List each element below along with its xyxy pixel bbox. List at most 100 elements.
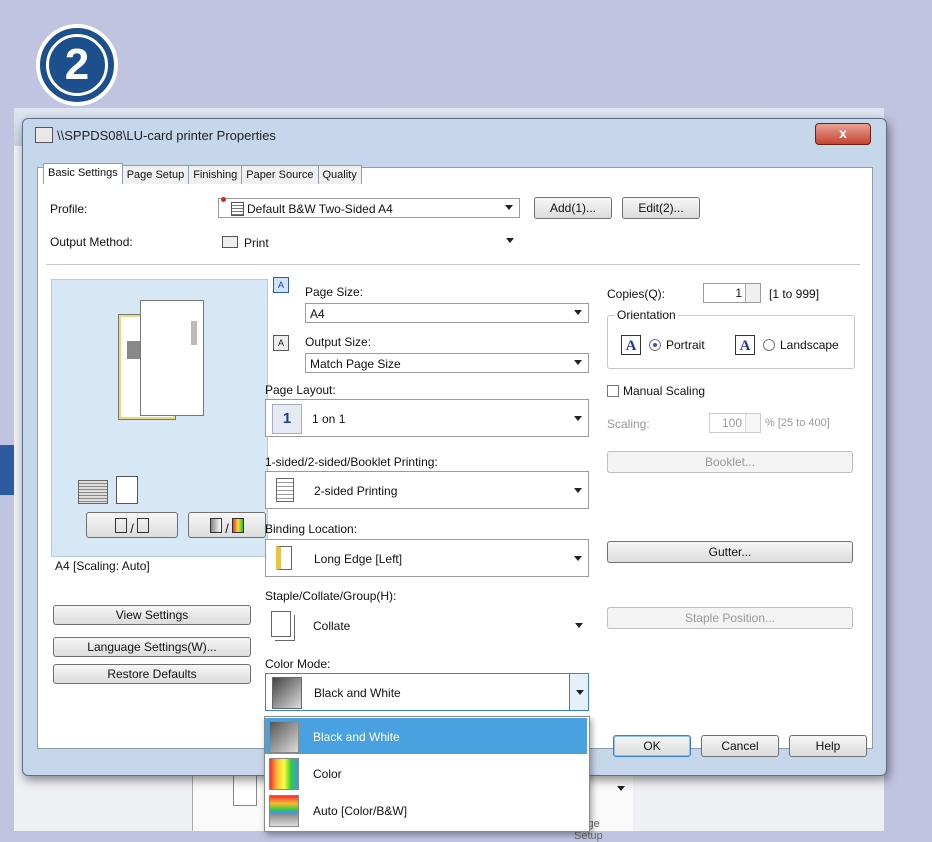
print-preview: / / xyxy=(51,279,268,571)
spinner-arrows-icon[interactable] xyxy=(745,414,760,432)
color-mode-option-auto[interactable]: Auto [Color/B&W] xyxy=(265,792,587,828)
edit-profile-button[interactable]: Edit(2)... xyxy=(622,197,700,219)
close-button[interactable]: x xyxy=(815,123,871,145)
portrait-icon: A xyxy=(621,335,641,355)
output-size-icon: A xyxy=(273,335,289,351)
page-preview-back xyxy=(140,300,204,416)
output-size-select[interactable]: Match Page Size xyxy=(305,353,589,373)
step-number: 2 xyxy=(46,34,108,96)
binding-location-value: Long Edge [Left] xyxy=(314,552,403,566)
portrait-radio[interactable] xyxy=(649,339,661,351)
output-method-label: Output Method: xyxy=(50,235,133,249)
page-layout-label: Page Layout: xyxy=(265,383,336,397)
color-mode-value: Black and White xyxy=(314,686,401,700)
scaling-value: 100 xyxy=(721,416,742,430)
color-page-icon xyxy=(232,518,245,533)
page-layout-value: 1 on 1 xyxy=(312,412,346,426)
chevron-down-icon xyxy=(617,786,625,791)
scaling-label: Scaling: xyxy=(607,417,650,431)
color-view-button[interactable]: / xyxy=(188,512,266,538)
profile-label: Profile: xyxy=(50,202,88,216)
color-mode-dropdown-list: Black and White Color Auto [Color/B&W] xyxy=(264,716,590,832)
preview-caption-bar: A4 [Scaling: Auto] xyxy=(51,556,266,575)
layout-view-button[interactable]: / xyxy=(86,512,178,538)
view-settings-button[interactable]: View Settings xyxy=(53,605,251,625)
sided-printing-value: 2-sided Printing xyxy=(314,484,398,498)
title-bar: \\SPPDS08\LU-card printer Properties x xyxy=(23,119,886,147)
ok-button[interactable]: OK xyxy=(613,735,691,757)
gutter-button[interactable]: Gutter... xyxy=(607,541,853,563)
chevron-down-icon xyxy=(574,556,582,561)
document-icon xyxy=(231,202,244,216)
tab-finishing[interactable]: Finishing xyxy=(188,165,243,184)
booklet-button[interactable]: Booklet... xyxy=(607,451,853,473)
tab-strip: Basic Settings Page Setup Finishing Pape… xyxy=(43,163,362,185)
scaling-spinner[interactable]: 100 xyxy=(709,413,761,433)
auto-color-icon xyxy=(269,795,299,827)
page-size-label: Page Size: xyxy=(305,285,364,299)
page-layout-select[interactable]: 1 1 on 1 xyxy=(265,399,589,437)
slash-icon: / xyxy=(225,521,229,536)
output-method-select[interactable]: Print xyxy=(218,232,520,252)
spinner-arrows-icon[interactable] xyxy=(745,284,760,302)
cancel-button[interactable]: Cancel xyxy=(701,735,779,757)
printer-properties-dialog: \\SPPDS08\LU-card printer Properties x P… xyxy=(22,118,887,776)
copies-range: [1 to 999] xyxy=(769,287,820,301)
color-mode-select[interactable]: Black and White xyxy=(265,673,589,711)
manual-scaling-checkbox[interactable] xyxy=(607,385,619,397)
binding-location-select[interactable]: Long Edge [Left] xyxy=(265,539,589,577)
landscape-label: Landscape xyxy=(780,338,839,352)
chevron-down-icon xyxy=(575,623,583,628)
chevron-down-icon xyxy=(574,360,582,365)
output-size-value: Match Page Size xyxy=(310,357,401,371)
status-dot-icon xyxy=(221,197,226,202)
sided-printing-select[interactable]: 2-sided Printing xyxy=(265,471,589,509)
color-mode-option-color[interactable]: Color xyxy=(265,755,587,791)
portrait-label: Portrait xyxy=(666,338,705,352)
black-white-icon xyxy=(269,721,299,753)
staple-collate-label: Staple/Collate/Group(H): xyxy=(265,589,397,603)
language-settings-button[interactable]: Language Settings(W)... xyxy=(53,637,251,657)
background-accent xyxy=(0,445,14,495)
step-badge: 2 xyxy=(36,24,118,106)
option-label: Black and White xyxy=(313,730,400,744)
one-on-one-icon: 1 xyxy=(272,404,302,434)
profile-value: Default B&W Two-Sided A4 xyxy=(247,202,393,216)
copies-spinner[interactable]: 1 xyxy=(703,283,761,303)
tab-quality[interactable]: Quality xyxy=(317,165,362,184)
sided-printing-label: 1-sided/2-sided/Booklet Printing: xyxy=(265,455,438,469)
option-label: Auto [Color/B&W] xyxy=(313,804,408,818)
tab-page-setup[interactable]: Page Setup xyxy=(121,165,190,184)
divider xyxy=(46,264,860,265)
page-size-value: A4 xyxy=(310,307,325,321)
collate-icon xyxy=(271,611,291,637)
color-mode-option-bw[interactable]: Black and White xyxy=(265,718,587,754)
scaling-range: % [25 to 400] xyxy=(765,417,830,429)
chevron-down-icon xyxy=(574,416,582,421)
duplex-page-icon xyxy=(116,476,138,504)
tab-paper-source[interactable]: Paper Source xyxy=(241,165,319,184)
binding-location-label: Binding Location: xyxy=(265,522,358,536)
manual-scaling-label: Manual Scaling xyxy=(623,384,706,398)
landscape-radio[interactable] xyxy=(763,339,775,351)
output-size-label: Output Size: xyxy=(305,335,372,349)
restore-defaults-button[interactable]: Restore Defaults xyxy=(53,664,251,684)
page-icon xyxy=(114,518,127,533)
add-profile-button[interactable]: Add(1)... xyxy=(534,197,612,219)
tab-basic-settings[interactable]: Basic Settings xyxy=(43,163,123,184)
duplex-icon xyxy=(137,518,150,533)
black-white-icon xyxy=(272,677,302,709)
help-button[interactable]: Help xyxy=(789,735,867,757)
page-size-icon: A xyxy=(273,277,289,293)
preview-picture xyxy=(127,341,141,359)
chevron-down-icon xyxy=(574,488,582,493)
duplex-page-icon xyxy=(276,478,294,502)
profile-select[interactable]: Default B&W Two-Sided A4 xyxy=(218,197,520,218)
staple-position-button[interactable]: Staple Position... xyxy=(607,607,853,629)
staple-collate-select[interactable]: Collate xyxy=(265,605,589,643)
chevron-down-icon xyxy=(576,690,584,695)
staple-collate-value: Collate xyxy=(313,619,351,633)
dropdown-button[interactable] xyxy=(569,674,588,710)
preview-bar xyxy=(191,321,197,345)
page-size-select[interactable]: A4 xyxy=(305,303,589,323)
